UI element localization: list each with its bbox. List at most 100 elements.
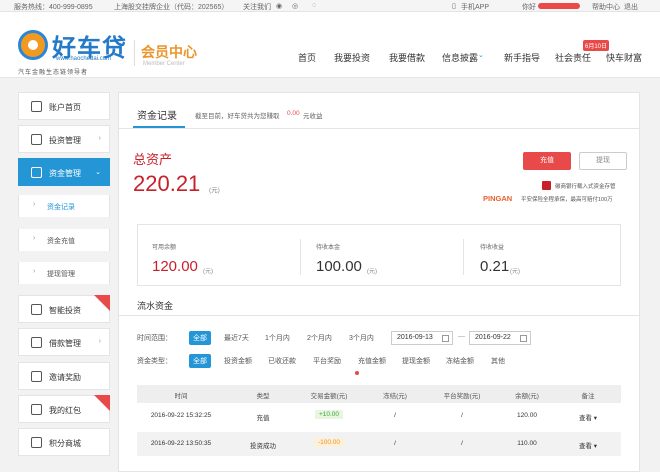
sidebar-item-funds[interactable]: 资金管理 ⌄ [18,158,110,186]
chevron-right-icon: › [33,268,36,275]
withdraw-button[interactable]: 提现 [579,152,627,170]
income-note-prefix: 截至目前，好车贷共为您赚取 [195,113,280,120]
total-assets-label: 总资产 [133,152,173,167]
new-corner-badge [94,395,110,411]
listed-company-text: 上海股交挂牌企业（代码：202565） [114,4,229,11]
type-filter-rewards[interactable]: 平台奖励 [313,356,341,366]
sidebar-subitem-label: 资金充值 [47,238,75,245]
table-row: 2016-09-22 13:50:35 投资成功 -100.00 / / 110… [137,432,621,456]
cell-time: 2016-09-22 13:50:35 [150,440,212,447]
type-filter-frozen[interactable]: 冻结金额 [446,356,474,366]
pending-income-unit: (元) [510,269,520,275]
fund-type-label: 资金类型： [137,358,172,365]
pingan-logo: PINGAN [483,194,513,203]
nav-home[interactable]: 首页 [298,51,316,64]
sidebar-item-loans[interactable]: 借款管理 › [18,328,110,356]
column-header-frozen: 冻结(元) [383,393,407,400]
wallet-icon [31,167,42,178]
logo-mark-icon[interactable] [18,30,48,60]
column-header-remarks: 备注 [581,393,595,400]
income-note-suffix: 元收益 [303,113,323,120]
tab-fund-records[interactable]: 资金记录 [137,107,177,122]
cell-rewards: / [461,412,463,419]
type-filter-investment[interactable]: 投资金额 [224,356,252,366]
qzone-icon[interactable]: ◌ [312,2,316,9]
time-filter-7-days[interactable]: 最近7天 [224,333,249,343]
view-details-button[interactable]: 查看 ▾ [579,440,597,450]
member-center-title: 会员中心 [141,44,197,60]
nav-social-responsibility[interactable]: 社会责任 [555,51,591,64]
top-bar: 服务热线：400-999-0895 上海股交挂牌企业（代码：202565） 关注… [0,0,660,12]
weibo-icon[interactable]: ◉ [276,2,282,10]
sidebar-item-account-home[interactable]: 账户首页 [18,92,110,120]
time-range-label: 时间范围： [137,335,172,342]
time-filter-all[interactable]: 全部 [189,331,211,345]
recharge-button[interactable]: 充值 [523,152,571,170]
section-title: 流水资金 [137,301,174,311]
pending-principal-label: 待收本金 [316,245,341,251]
time-filter-2-months[interactable]: 2个月内 [307,333,332,343]
cell-balance: 120.00 [517,412,537,419]
total-assets-unit: (元) [209,187,220,194]
sidebar-item-smart-invest[interactable]: 智能投资 [18,295,110,323]
sidebar-item-points-mall[interactable]: 积分商城 [18,428,110,456]
chevron-down-icon[interactable]: ⌄ [478,51,484,59]
nav-invest[interactable]: 我要投资 [334,51,370,64]
logout-link[interactable]: 退出 [624,2,638,12]
sidebar-item-label: 我的红包 [49,406,81,415]
type-filter-withdrawal[interactable]: 提现金额 [402,356,430,366]
date-to-input[interactable]: 2016-09-22 [469,331,531,345]
sidebar-subitem-label: 资金记录 [47,204,75,211]
sidebar-item-invite-rewards[interactable]: 邀请奖励 [18,362,110,390]
stat-separator [463,239,464,275]
sidebar-subitem-withdrawals[interactable]: › 提现管理 [18,262,110,284]
sidebar-subitem-recharge[interactable]: › 资金充值 [18,229,110,251]
calendar-icon[interactable] [520,335,527,342]
sidebar-subitem-fund-records[interactable]: › 资金记录 [18,195,110,217]
greeting-text: 你好 [522,4,536,11]
nav-disclosure[interactable]: 信息披露 [442,51,478,64]
shop-icon [31,437,42,448]
cell-amount: +10.00 [314,410,344,419]
column-header-rewards: 平台奖励(元) [443,393,481,400]
mobile-app-link[interactable]: 手机APP [461,2,489,12]
home-icon [31,101,42,112]
time-filter-3-months[interactable]: 3个月内 [349,333,374,343]
bank-logo-icon [542,181,551,190]
sidebar-item-red-packets[interactable]: 我的红包 [18,395,110,423]
cell-frozen: / [394,440,396,447]
nav-borrow[interactable]: 我要借款 [389,51,425,64]
available-balance-label: 可用余额 [152,245,177,251]
loan-icon [31,337,42,348]
sidebar-item-label: 账户首页 [49,103,81,112]
username-redacted [538,3,580,9]
pending-principal-unit: (元) [367,269,377,275]
records-table-header: 时间 类型 交易金额(元) 冻结(元) 平台奖励(元) 余额(元) 备注 [137,385,621,403]
brand-slogan: 汽车金融生态链领导者 [18,70,89,76]
available-balance-unit: (元) [203,269,213,275]
nav-wealth[interactable]: 快车财富 [606,51,642,64]
follow-us-link[interactable]: 关注我们 [243,2,271,12]
calendar-icon[interactable] [442,335,449,342]
cell-amount: -100.00 [313,438,345,447]
view-details-button[interactable]: 查看 ▾ [579,412,597,422]
sidebar-item-investment[interactable]: 投资管理 › [18,125,110,153]
active-type-dot [355,371,359,375]
date-from-input[interactable]: 2016-09-13 [391,331,453,345]
section-divider [119,315,639,316]
type-filter-other[interactable]: 其他 [491,356,505,366]
type-filter-repayment[interactable]: 已收还款 [268,356,296,366]
wechat-icon[interactable]: ◎ [292,2,298,10]
help-center-link[interactable]: 帮助中心 [592,2,620,12]
type-filter-all[interactable]: 全部 [189,354,211,368]
time-filter-1-month[interactable]: 1个月内 [265,333,290,343]
chevron-right-icon: › [98,135,101,142]
pending-income-value: 0.21 [480,258,510,275]
type-filter-recharge[interactable]: 充值金额 [358,356,386,366]
red-packet-icon [31,404,42,415]
column-header-time: 时间 [174,393,188,400]
stat-separator [300,239,301,275]
total-assets-value: 220.21 [133,171,201,196]
chevron-right-icon: › [33,201,36,208]
nav-guide[interactable]: 新手指导 [504,51,540,64]
